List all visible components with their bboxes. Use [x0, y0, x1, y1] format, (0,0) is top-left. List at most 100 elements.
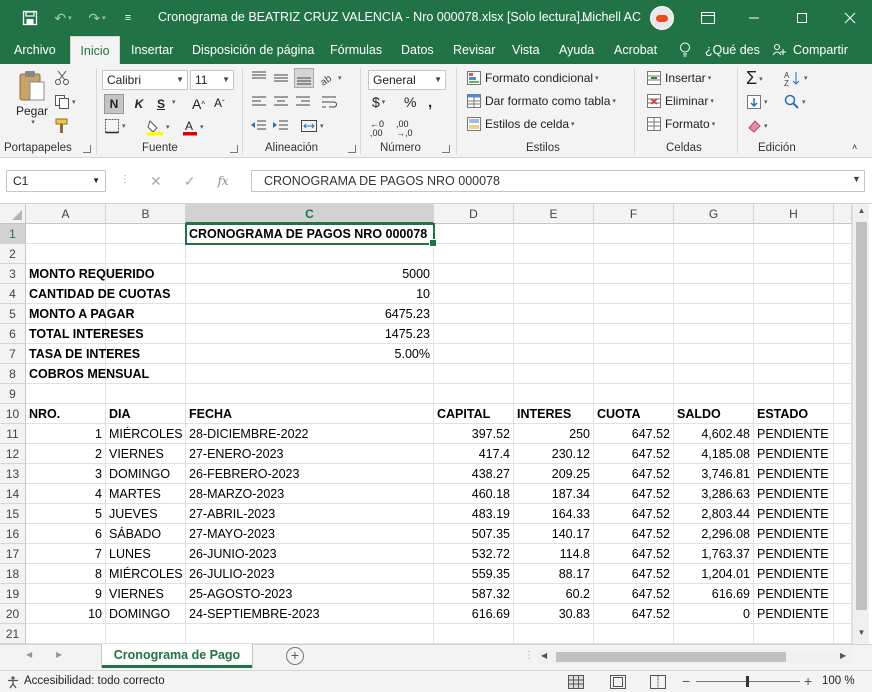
row-header-21[interactable]: 21 [0, 624, 26, 644]
summary-label[interactable]: MONTO REQUERIDO [26, 264, 154, 284]
vertical-scrollbar[interactable]: ▲ ▼ [852, 204, 869, 644]
percent-icon[interactable]: % [404, 94, 416, 110]
cell-empty[interactable] [674, 264, 754, 284]
column-header-a[interactable]: A [26, 204, 106, 224]
table-header-cell[interactable]: FECHA [186, 404, 434, 424]
cell-empty[interactable] [514, 244, 594, 264]
cancel-icon[interactable]: ✕ [150, 173, 162, 190]
cell-empty[interactable] [754, 304, 834, 324]
insert-function-icon[interactable]: fx [217, 174, 228, 188]
insert-cells-button[interactable]: Insertar ▾ [646, 70, 711, 86]
table-cell[interactable]: 250 [514, 424, 594, 444]
table-cell[interactable]: 24-SEPTIEMBRE-2023 [186, 604, 434, 624]
align-center-icon[interactable] [272, 94, 290, 110]
decrease-indent-icon[interactable] [250, 118, 268, 134]
row-header-6[interactable]: 6 [0, 324, 26, 344]
table-cell[interactable]: 507.35 [434, 524, 514, 544]
table-header-cell[interactable]: SALDO [674, 404, 754, 424]
cell-empty[interactable] [26, 224, 106, 244]
tab-datos[interactable]: Datos [401, 36, 434, 64]
row-header-2[interactable]: 2 [0, 244, 26, 264]
borders-icon[interactable]: ▾ [104, 118, 126, 134]
table-cell[interactable]: 647.52 [594, 604, 674, 624]
table-header-cell[interactable]: CUOTA [594, 404, 674, 424]
cell-empty[interactable] [514, 624, 594, 644]
accessibility-icon[interactable] [6, 675, 20, 689]
merge-center-icon[interactable]: ▾ [300, 118, 324, 134]
tab-formulas[interactable]: Fórmulas [330, 36, 382, 64]
table-cell[interactable]: 616.69 [674, 584, 754, 604]
cell-empty[interactable] [754, 284, 834, 304]
lightbulb-icon[interactable] [679, 36, 691, 64]
row-header-9[interactable]: 9 [0, 384, 26, 404]
table-cell[interactable]: 0 [674, 604, 754, 624]
summary-value[interactable] [186, 364, 434, 384]
cell-empty[interactable] [26, 244, 106, 264]
table-cell[interactable]: DOMINGO [106, 604, 186, 624]
table-cell[interactable]: 483.19 [434, 504, 514, 524]
cell-empty[interactable] [594, 344, 674, 364]
cell-empty[interactable] [754, 324, 834, 344]
scroll-down-icon[interactable]: ▼ [856, 628, 867, 642]
cell-empty[interactable] [186, 624, 434, 644]
cell-empty[interactable] [674, 344, 754, 364]
cell-empty[interactable] [434, 244, 514, 264]
table-cell[interactable]: 559.35 [434, 564, 514, 584]
underline-button[interactable]: S [152, 94, 170, 114]
column-header-d[interactable]: D [434, 204, 514, 224]
row-header-11[interactable]: 11 [0, 424, 26, 444]
font-launcher-icon[interactable] [230, 145, 238, 153]
table-cell[interactable]: 3 [26, 464, 106, 484]
cell-empty[interactable] [434, 224, 514, 244]
table-cell[interactable]: 647.52 [594, 564, 674, 584]
zoom-out-icon[interactable]: − [682, 673, 690, 689]
table-cell[interactable]: 2 [26, 444, 106, 464]
copy-icon[interactable]: ▾ [54, 94, 76, 110]
undo-icon[interactable]: ↶ ▾ [48, 0, 78, 36]
table-cell[interactable]: 3,746.81 [674, 464, 754, 484]
cell-empty[interactable] [834, 244, 852, 264]
cell-empty[interactable] [674, 324, 754, 344]
cell-empty[interactable] [514, 324, 594, 344]
tell-me-search[interactable]: ¿Qué des [705, 36, 760, 64]
cell-empty[interactable] [594, 384, 674, 404]
summary-value[interactable]: 5.00% [186, 344, 434, 364]
font-name-select[interactable]: Calibri ▼ [102, 70, 188, 90]
increase-decimal-icon[interactable]: ←0,00 [370, 120, 384, 138]
number-launcher-icon[interactable] [442, 145, 450, 153]
comma-style-icon[interactable]: , [428, 94, 432, 111]
tab-archivo[interactable]: Archivo [14, 36, 56, 64]
maximize-icon[interactable] [782, 0, 822, 36]
hscroll-thumb[interactable] [556, 652, 786, 662]
cell-empty[interactable] [834, 444, 852, 464]
cell-empty[interactable] [594, 224, 674, 244]
cell-empty[interactable] [674, 364, 754, 384]
table-cell[interactable]: 3,286.63 [674, 484, 754, 504]
orientation-icon[interactable]: ab ▾ [318, 70, 342, 86]
cell-empty[interactable] [434, 364, 514, 384]
scroll-thumb[interactable] [856, 222, 867, 610]
row-header-5[interactable]: 5 [0, 304, 26, 324]
table-cell[interactable]: 647.52 [594, 584, 674, 604]
cell-empty[interactable] [834, 384, 852, 404]
table-header-cell[interactable]: CAPITAL [434, 404, 514, 424]
row-header-1[interactable]: 1 [0, 224, 26, 244]
cell-empty[interactable] [434, 324, 514, 344]
cell-empty[interactable] [434, 384, 514, 404]
row-header-12[interactable]: 12 [0, 444, 26, 464]
column-header-c[interactable]: C [186, 204, 434, 224]
table-cell[interactable]: 60.2 [514, 584, 594, 604]
cell-empty[interactable] [434, 264, 514, 284]
row-header-15[interactable]: 15 [0, 504, 26, 524]
cell-empty[interactable] [594, 304, 674, 324]
collapse-ribbon-icon[interactable]: ˄ [852, 142, 857, 152]
font-color-icon[interactable]: A ▾ [182, 118, 204, 136]
select-all-corner[interactable] [0, 204, 26, 224]
table-cell[interactable]: 2,296.08 [674, 524, 754, 544]
zoom-slider-thumb[interactable] [746, 676, 749, 687]
page-break-icon[interactable] [650, 675, 666, 689]
cell-empty[interactable] [434, 304, 514, 324]
increase-indent-icon[interactable] [272, 118, 290, 134]
cell-empty[interactable] [434, 284, 514, 304]
summary-label[interactable]: TOTAL INTERESES [26, 324, 144, 344]
